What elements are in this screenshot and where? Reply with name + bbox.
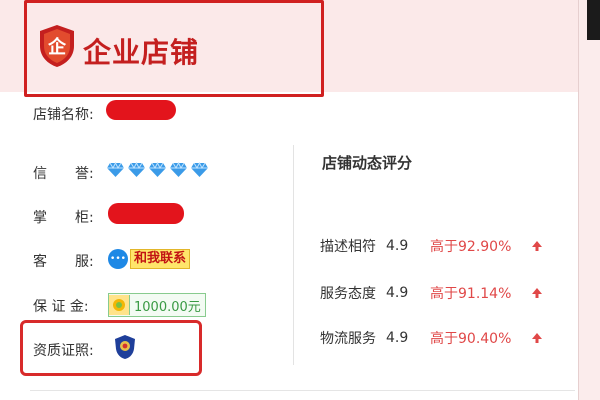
rating-label: 服务态度 (320, 286, 376, 302)
rating-label: 描述相符 (320, 239, 376, 255)
owner-name-redacted (108, 203, 184, 224)
rating-label: 物流服务 (320, 331, 376, 347)
up-arrow-icon (532, 288, 542, 298)
diamond-icon (149, 162, 166, 177)
chat-icon: ••• (108, 249, 128, 269)
up-arrow-icon (532, 333, 542, 343)
rating-compare: 高于92.90% (430, 239, 512, 255)
credit-diamonds (106, 162, 209, 178)
adjacent-panel-edge (578, 0, 600, 400)
rating-title: 店铺动态评分 (322, 154, 413, 172)
deposit-badge[interactable]: 1000.00元 (108, 293, 206, 317)
service-label: 客 服: (33, 254, 94, 270)
rating-score: 4.9 (386, 330, 409, 346)
adjacent-panel-dark-block (587, 0, 600, 40)
bottom-divider (30, 390, 575, 391)
rating-compare: 高于91.14% (430, 286, 512, 302)
contact-button-label: 和我联系 (130, 249, 191, 269)
diamond-icon (170, 162, 187, 177)
diamond-icon (128, 162, 145, 177)
shop-name-label: 店铺名称: (33, 107, 94, 123)
shop-info-card: 企 企业店铺 店铺名称: 信 誉: 掌 柜: 客 服: ••• 和我联系 保 证… (0, 0, 578, 400)
deposit-value: 1000.00元 (134, 299, 201, 315)
up-arrow-icon (532, 241, 542, 251)
rating-row: 描述相符 4.9 高于92.90% (320, 236, 544, 256)
deposit-label: 保 证 金: (33, 299, 89, 315)
shop-name-redacted (106, 100, 176, 120)
rating-score: 4.9 (386, 238, 409, 254)
rating-row: 服务态度 4.9 高于91.14% (320, 283, 544, 303)
rating-compare: 高于90.40% (430, 331, 512, 347)
column-divider (293, 145, 294, 365)
diamond-icon (191, 162, 208, 177)
annotation-box-header (24, 0, 324, 97)
deposit-icon (109, 295, 130, 315)
rating-score: 4.9 (386, 285, 409, 301)
credit-label: 信 誉: (33, 166, 94, 182)
annotation-box-qualification (20, 320, 202, 376)
owner-label: 掌 柜: (33, 210, 94, 226)
rating-row: 物流服务 4.9 高于90.40% (320, 328, 544, 348)
diamond-icon (107, 162, 124, 177)
contact-us-button[interactable]: ••• 和我联系 (108, 248, 191, 270)
